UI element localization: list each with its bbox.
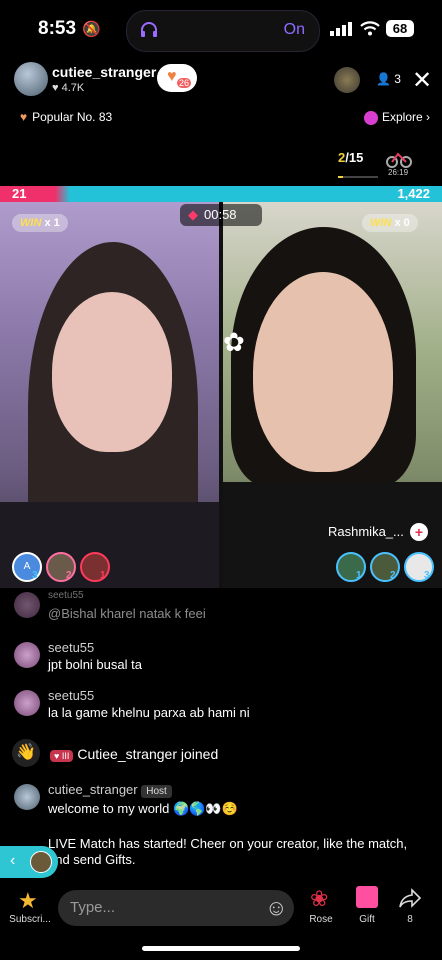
rank-progress [338, 176, 378, 178]
heart-icon: ♥ [20, 110, 28, 124]
match-score-bar [0, 186, 442, 202]
follow-button[interactable]: ♥ 26 [157, 64, 197, 92]
host-avatar[interactable] [14, 62, 48, 96]
popular-rank[interactable]: ♥ Popular No. 83 [20, 110, 112, 124]
supporter-rank: 2 [390, 570, 396, 581]
status-time: 8:53 [38, 18, 77, 39]
rank-counter[interactable]: 2/15 [338, 150, 363, 165]
top-viewer-avatar[interactable] [334, 67, 360, 93]
level-badge: ♥ III [50, 750, 74, 762]
right-score: 1,422 [397, 186, 430, 201]
explore-icon [364, 110, 378, 125]
join-text: Cutiee_stranger joined [77, 746, 219, 762]
share-count: 8 [407, 914, 413, 925]
rose-icon[interactable]: ❀ [310, 886, 328, 912]
supporter-initial: A [23, 561, 31, 572]
explore-label: Explore [382, 110, 423, 124]
chat-avatar [14, 642, 40, 668]
home-indicator[interactable] [142, 946, 300, 951]
match-timer-icon: ◆ [188, 207, 198, 222]
subscribe-label[interactable]: Subscri... [8, 914, 52, 925]
bike-timer: 26:19 [388, 168, 409, 177]
viewer-count-value: 3 [394, 72, 401, 86]
face-shape [52, 292, 172, 452]
emoji-icon[interactable]: ☺ [265, 895, 287, 921]
headphones-icon [141, 22, 157, 37]
supporter-rank: 2 [66, 570, 72, 581]
heart-icon: ♥ [52, 82, 62, 94]
host-badge: Host [141, 785, 172, 798]
chat-avatar [14, 784, 40, 810]
rank-progress-fill [338, 176, 344, 178]
side-avatar [30, 851, 52, 873]
explore-link[interactable]: Explore › [364, 110, 430, 125]
rank-total: /15 [345, 150, 364, 165]
left-win-label: WIN [20, 217, 42, 229]
chevron-left-icon: ‹ [10, 852, 16, 869]
follow-badge-count: 26 [177, 78, 192, 88]
supporter-rank: 1 [356, 570, 362, 581]
host-likes-count: 4.7K [61, 82, 85, 94]
follow-opponent-button[interactable]: + [410, 523, 428, 541]
chat-username: seetu55 [48, 688, 95, 703]
chat-username: cutiee_stranger [48, 782, 138, 797]
supporter-rank: 3 [32, 570, 38, 581]
supporter-rank: 1 [100, 570, 106, 581]
chat-text: jpt bolni busal ta [48, 657, 142, 672]
left-video[interactable] [0, 202, 219, 588]
popular-label: Popular No. 83 [32, 110, 113, 124]
viewer-count[interactable]: 👤 3 [376, 72, 401, 86]
match-timer: ◆ 00:58 [180, 204, 262, 226]
rose-label[interactable]: Rose [304, 914, 338, 925]
chat-text: la la game khelnu parxa ab hami ni [48, 705, 250, 720]
wave-icon[interactable]: 👋 [12, 739, 40, 767]
close-icon[interactable]: ✕ [412, 66, 432, 95]
share-icon[interactable] [398, 888, 422, 908]
left-win-badge: WIN x 1 [12, 214, 68, 232]
chat-avatar [14, 690, 40, 716]
join-notice: ♥ III Cutiee_stranger joined [50, 746, 218, 762]
signal-icon [330, 22, 352, 36]
comment-input[interactable]: Type... [58, 890, 294, 926]
battery-indicator: 68 [386, 20, 414, 37]
right-win-count: x 0 [394, 217, 410, 229]
person-icon: 👤 [376, 72, 395, 86]
chat-username: seetu55 [48, 640, 95, 655]
right-win-label: WIN [370, 217, 392, 229]
supporter-rank: 3 [424, 570, 430, 581]
bell-muted-icon: 🔕 [82, 21, 101, 38]
subscribe-star-icon[interactable]: ★ [18, 888, 38, 914]
system-message: LIVE Match has started! Cheer on your cr… [48, 836, 408, 867]
flower-icon: ✿ [223, 327, 245, 357]
host-likes: ♥ 4.7K [52, 82, 84, 94]
chat-text: welcome to my world 🌍🌎👀☺️ [48, 801, 238, 816]
level-value: III [61, 751, 70, 761]
comment-placeholder: Type... [70, 899, 116, 916]
right-win-badge: WIN x 0 [362, 214, 418, 232]
host-name[interactable]: cutiee_stranger [52, 64, 156, 80]
opponent-name[interactable]: Rashmika_... [328, 524, 404, 539]
video-divider [219, 202, 223, 588]
chat-text: @Bishal kharel natak k feei [48, 606, 206, 621]
chat-avatar [14, 592, 40, 618]
dynamic-island[interactable]: On [126, 10, 320, 52]
chat-username: seetu55 [48, 590, 84, 601]
heart-badge-icon: ♥ [167, 68, 177, 85]
gift-label[interactable]: Gift [350, 914, 384, 925]
wifi-icon [360, 21, 380, 36]
left-win-count: x 1 [44, 217, 60, 229]
left-score: 21 [12, 186, 27, 201]
gift-icon[interactable] [356, 886, 378, 908]
face-shape [253, 272, 393, 472]
expand-side-panel-button[interactable]: ‹ [0, 846, 58, 878]
island-status: On [283, 21, 305, 38]
motorbike-gift-icon[interactable] [386, 148, 412, 168]
match-timer-value: 00:58 [204, 207, 237, 222]
